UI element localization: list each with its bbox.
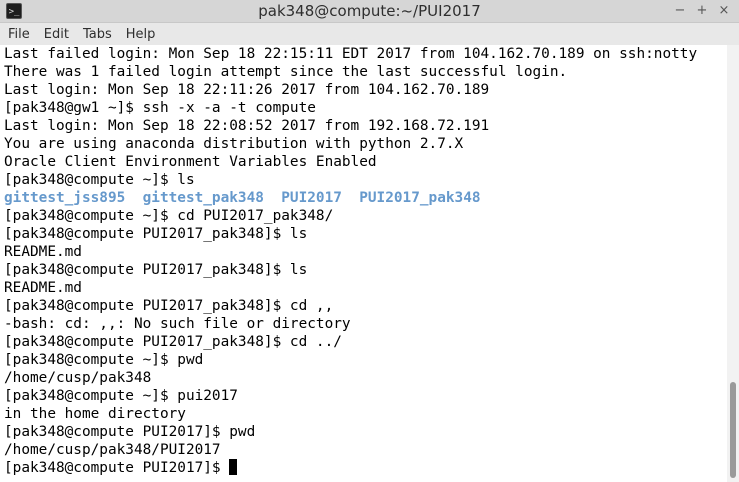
terminal-line: [pak348@compute PUI2017_pak348]$ ls xyxy=(4,262,308,278)
prompt-line[interactable]: [pak348@compute PUI2017]$ xyxy=(0,459,727,477)
terminal-line: [pak348@compute ~]$ cd PUI2017_pak348/ xyxy=(4,208,334,224)
terminal-line: Last failed login: Mon Sep 18 22:15:11 E… xyxy=(4,46,698,62)
terminal-line: in the home directory xyxy=(4,406,186,422)
ls-listing-line: gittest_jss895 gittest_pak348 PUI2017 PU… xyxy=(0,189,727,207)
scrollbar-thumb[interactable] xyxy=(730,382,736,478)
terminal-line: You are using anaconda distribution with… xyxy=(4,136,464,152)
terminal-line: There was 1 failed login attempt since t… xyxy=(4,64,568,80)
window-title: pak348@compute:~/PUI2017 xyxy=(258,2,481,20)
terminal-window: >_ pak348@compute:~/PUI2017 − + × File E… xyxy=(0,0,739,482)
close-button[interactable]: × xyxy=(713,0,735,22)
terminal-line: [pak348@compute PUI2017_pak348]$ cd ../ xyxy=(4,334,342,350)
terminal-line: [pak348@compute ~]$ pui2017 xyxy=(4,388,238,404)
dir-entry: gittest_pak348 xyxy=(142,190,264,206)
terminal-line: [pak348@compute ~]$ pwd xyxy=(4,352,204,368)
menu-bar: File Edit Tabs Help xyxy=(0,23,739,45)
minimize-button[interactable]: − xyxy=(669,0,691,22)
text-cursor xyxy=(229,459,238,475)
terminal-line: [pak348@compute PUI2017]$ pwd xyxy=(4,424,256,440)
terminal-line: Oracle Client Environment Variables Enab… xyxy=(4,154,377,170)
terminal-line: [pak348@compute PUI2017_pak348]$ cd ,, xyxy=(4,298,334,314)
terminal-line: [pak348@compute ~]$ ls xyxy=(4,172,195,188)
menu-tabs[interactable]: Tabs xyxy=(75,27,118,42)
terminal-output[interactable]: Last failed login: Mon Sep 18 22:15:11 E… xyxy=(0,45,727,482)
terminal-line: README.md xyxy=(4,244,82,260)
terminal-line: [pak348@gw1 ~]$ ssh -x -a -t compute xyxy=(4,100,316,116)
maximize-button[interactable]: + xyxy=(691,0,713,22)
window-controls: − + × xyxy=(669,0,735,22)
terminal-line: -bash: cd: ,,: No such file or directory xyxy=(4,316,351,332)
menu-file[interactable]: File xyxy=(0,27,36,42)
terminal-line: README.md xyxy=(4,280,82,296)
terminal-line: /home/cusp/pak348 xyxy=(4,370,152,386)
dir-entry: PUI2017 xyxy=(281,190,342,206)
terminal-line: [pak348@compute PUI2017_pak348]$ ls xyxy=(4,226,308,242)
shell-prompt: [pak348@compute PUI2017]$ xyxy=(4,460,230,476)
dir-entry: gittest_jss895 xyxy=(4,190,126,206)
terminal-line: /home/cusp/pak348/PUI2017 xyxy=(4,442,221,458)
title-bar[interactable]: >_ pak348@compute:~/PUI2017 − + × xyxy=(0,0,739,23)
menu-edit[interactable]: Edit xyxy=(36,27,75,42)
scrollbar[interactable] xyxy=(727,45,739,482)
terminal-line: Last login: Mon Sep 18 22:11:26 2017 fro… xyxy=(4,82,490,98)
terminal-line: Last login: Mon Sep 18 22:08:52 2017 fro… xyxy=(4,118,490,134)
dir-entry: PUI2017_pak348 xyxy=(359,190,481,206)
menu-help[interactable]: Help xyxy=(118,27,162,42)
